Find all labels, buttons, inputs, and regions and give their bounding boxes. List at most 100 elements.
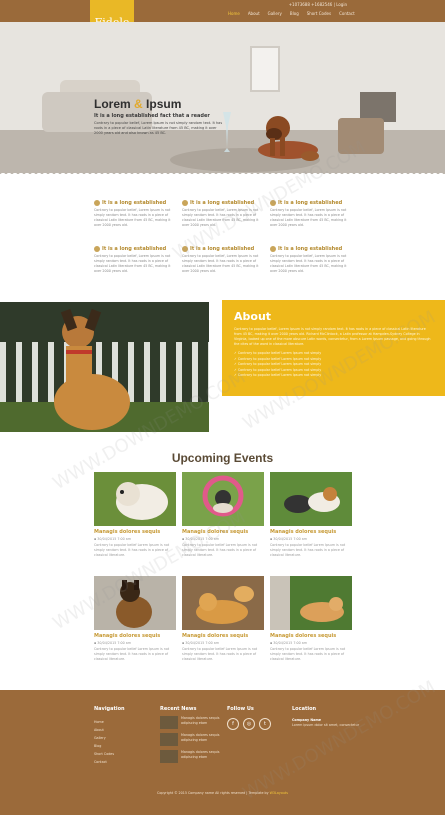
hero-title-part1: Lorem: [94, 97, 131, 111]
about-list-item: ✓ Contrary to popular belief Lorem Ipsum…: [234, 373, 322, 377]
event-title[interactable]: Managis dolores sequis: [270, 529, 352, 535]
instagram-icon[interactable]: ◎: [243, 718, 255, 730]
hero-body: Contrary to popular belief, Lorem Ipsum …: [94, 121, 223, 135]
hero-subtitle: It is a long established fact that a rea…: [94, 113, 210, 119]
hero-title: Lorem & Ipsum: [94, 97, 181, 111]
event-date: ▪ 30/04/2015 7:00 am: [270, 641, 308, 645]
about-list-text: Contrary to popular belief Lorem Ipsum n…: [237, 351, 322, 355]
service-title[interactable]: It is a long established: [102, 200, 166, 206]
event-dog-figure: [270, 576, 344, 630]
event-image[interactable]: [182, 576, 264, 630]
service-item: It is a long established Contrary to pop…: [94, 200, 172, 228]
event-date: ▪ 30/04/2015 7:00 am: [94, 537, 132, 541]
event-date-text: 30/04/2015 7:00 am: [273, 641, 308, 645]
event-date: ▪ 30/04/2015 7:00 am: [182, 641, 220, 645]
event-title[interactable]: Managis dolores sequis: [270, 633, 352, 639]
nav-item-about[interactable]: About: [248, 11, 260, 16]
event-date-text: 30/04/2015 7:00 am: [97, 641, 132, 645]
footer-nav-gallery[interactable]: Gallery: [94, 734, 125, 742]
event-card: Managis dolores sequis ▪ 30/04/2015 7:00…: [94, 472, 176, 558]
event-desc: Contrary to popular belief Lorem Ipsum i…: [182, 543, 258, 557]
event-dog-figure: [196, 586, 254, 624]
event-image[interactable]: [270, 472, 352, 526]
twitter-icon[interactable]: t: [259, 718, 271, 730]
about-list-text: Contrary to popular belief Lorem Ipsum n…: [237, 356, 322, 361]
copyright-link[interactable]: W3Layouts: [270, 791, 288, 795]
event-card: Managis dolores sequis ▪ 30/04/2015 7:00…: [182, 472, 264, 558]
event-title[interactable]: Managis dolores sequis: [182, 529, 264, 535]
news-item[interactable]: Managis dolores sequis adipiscing etam: [160, 750, 223, 763]
nav-item-gallery[interactable]: Gallery: [268, 11, 282, 16]
service-text: Contrary to popular belief, Lorem Ipsum …: [270, 254, 347, 273]
about-list-text: Contrary to popular belief Lorem Ipsum n…: [237, 373, 322, 377]
event-dog-figure: [116, 482, 168, 520]
nav-item-short-codes[interactable]: Short Codes: [307, 11, 331, 16]
copyright-text: Copyright © 2015 Company name All rights…: [157, 791, 269, 795]
news-text: Managis dolores sequis adipiscing etam: [181, 716, 220, 725]
footer-nav-blog[interactable]: Blog: [94, 742, 125, 750]
service-title[interactable]: It is a long established: [278, 246, 342, 252]
gear-icon: [94, 200, 100, 206]
footer-nav-contact[interactable]: Contact: [94, 758, 125, 766]
footer-nav-list: Home About Gallery Blog Short Codes Cont…: [94, 718, 125, 766]
paw-icon: [182, 246, 188, 252]
event-date-text: 30/04/2015 7:00 am: [273, 537, 308, 541]
location-company: Company Name: [292, 718, 322, 722]
event-title[interactable]: Managis dolores sequis: [94, 529, 176, 535]
about-list-text: Contrary to popular belief Lorem Ipsum n…: [237, 362, 322, 366]
nav-item-blog[interactable]: Blog: [290, 11, 299, 16]
news-item[interactable]: Managis dolores sequis adipiscing etam: [160, 716, 223, 729]
about-dog-figure: [54, 308, 130, 430]
main-nav: Home About Gallery Blog Short Codes Cont…: [228, 11, 355, 16]
top-contact-links[interactable]: +1073688 +1682546 | Login: [289, 2, 347, 7]
event-desc: Contrary to popular belief Lorem Ipsum i…: [182, 647, 258, 661]
event-desc: Contrary to popular belief Lorem Ipsum i…: [94, 647, 170, 661]
location-text: Company Name Lorem ipsum dolor sit amet,…: [292, 718, 359, 728]
news-thumbnail: [160, 750, 178, 763]
about-box: About Contrary to popular belief, Lorem …: [222, 300, 445, 396]
hero-title-part2: Ipsum: [146, 97, 182, 111]
footer-navigation-title: Navigation: [94, 706, 125, 712]
nav-item-home[interactable]: Home: [228, 11, 240, 16]
news-item[interactable]: Managis dolores sequis adipiscing etam: [160, 733, 223, 746]
nav-item-contact[interactable]: Contact: [339, 11, 355, 16]
event-image[interactable]: [94, 576, 176, 630]
event-card: Managis dolores sequis ▪ 30/04/2015 7:00…: [270, 472, 352, 558]
social-links: f ◎ t: [227, 718, 271, 730]
service-title[interactable]: It is a long established: [278, 200, 342, 206]
news-text: Managis dolores sequis adipiscing etam: [181, 750, 220, 759]
service-text: Contrary to popular belief, Lorem Ipsum …: [94, 208, 171, 227]
facebook-icon[interactable]: f: [227, 718, 239, 730]
event-image[interactable]: [94, 472, 176, 526]
footer-follow-title: Follow Us: [227, 706, 254, 712]
event-title[interactable]: Managis dolores sequis: [94, 633, 176, 639]
event-dog-figure: [116, 580, 152, 628]
service-title[interactable]: It is a long established: [190, 200, 254, 206]
service-title[interactable]: It is a long established: [102, 246, 166, 252]
event-date-text: 30/04/2015 7:00 am: [97, 537, 132, 541]
event-title[interactable]: Managis dolores sequis: [182, 633, 264, 639]
footer-nav-short-codes[interactable]: Short Codes: [94, 750, 125, 758]
service-item: It is a long established Contrary to pop…: [270, 200, 348, 228]
news-thumbnail: [160, 716, 178, 729]
footer-news-title: Recent News: [160, 706, 197, 712]
service-item: It is a long established Contrary to pop…: [182, 246, 260, 274]
service-title[interactable]: It is a long established: [190, 246, 254, 252]
event-desc: Contrary to popular belief Lorem Ipsum i…: [270, 543, 346, 557]
footer-nav-home[interactable]: Home: [94, 718, 125, 726]
event-image[interactable]: [182, 472, 264, 526]
about-dog-image: [0, 302, 209, 432]
about-text: Contrary to popular belief, Lorem Ipsum …: [234, 327, 431, 346]
service-item: It is a long established Contrary to pop…: [94, 246, 172, 274]
service-text: Contrary to popular belief, Lorem Ipsum …: [182, 254, 259, 273]
top-bar: +1073688 +1682546 | Login Home About Gal…: [0, 0, 445, 22]
events-title: Upcoming Events: [171, 451, 274, 465]
copyright: Copyright © 2015 Company name All rights…: [0, 791, 445, 795]
footer-nav-about[interactable]: About: [94, 726, 125, 734]
wine-glass-image: [223, 112, 231, 152]
event-image[interactable]: [270, 576, 352, 630]
about-list-text: Contrary to popular belief Lorem Ipsum n…: [237, 367, 322, 372]
event-dog-figure: [202, 475, 244, 517]
about-list: ✓ Contrary to popular belief Lorem Ipsum…: [234, 351, 433, 379]
clock-icon: [270, 200, 276, 206]
